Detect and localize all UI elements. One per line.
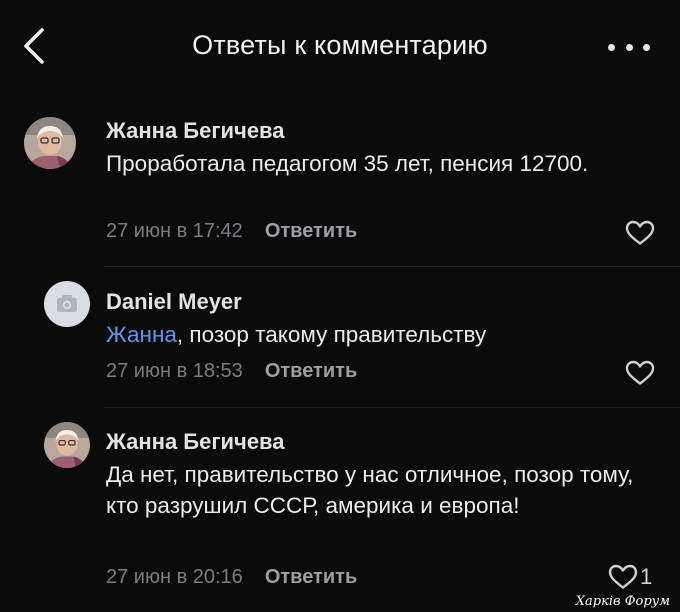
user-avatar[interactable]: [44, 422, 90, 468]
comment-author[interactable]: Daniel Meyer: [106, 289, 242, 315]
like-count: 1: [640, 564, 653, 589]
user-photo-icon: [24, 117, 76, 169]
user-avatar[interactable]: [44, 281, 90, 327]
heart-icon: [625, 360, 655, 385]
mention-link[interactable]: Жанна: [106, 322, 177, 347]
comment-timestamp: 27 июн в 18:53: [106, 360, 243, 382]
page-title: Ответы к комментарию: [192, 30, 488, 60]
more-dots-icon: [608, 43, 615, 51]
comment-meta: 27 июн в 18:53 Ответить: [106, 360, 357, 383]
comment-meta: 27 июн в 17:42 Ответить: [106, 220, 357, 243]
more-options-button[interactable]: [608, 36, 650, 58]
comment-text: Жанна, позор такому правительству: [106, 322, 487, 347]
user-avatar[interactable]: [24, 117, 76, 169]
heart-icon: [608, 564, 638, 589]
like-button[interactable]: [625, 360, 657, 386]
heart-icon: [625, 220, 655, 245]
user-photo-icon: [44, 422, 90, 468]
reply-button[interactable]: Ответить: [265, 566, 357, 589]
comment-timestamp: 27 июн в 17:42: [106, 220, 243, 242]
reply-button[interactable]: Ответить: [265, 360, 357, 383]
top-bar: Ответы к комментарию: [0, 0, 680, 94]
divider: [104, 266, 680, 267]
comment-timestamp: 27 июн в 20:16: [106, 566, 243, 588]
comment-meta: 27 июн в 20:16 Ответить: [106, 566, 357, 589]
comment-author[interactable]: Жанна Бегичева: [106, 429, 285, 455]
comment-text: Да нет, правительство у нас отличное, по…: [106, 462, 634, 518]
camera-placeholder-icon: [44, 281, 90, 327]
like-button[interactable]: 1: [608, 564, 652, 590]
divider: [104, 407, 680, 408]
like-button[interactable]: [625, 220, 657, 246]
comment-text: Проработала педагогом 35 лет, пенсия 127…: [106, 151, 589, 176]
comment-author[interactable]: Жанна Бегичева: [106, 118, 285, 144]
watermark: Харків Форум: [575, 594, 670, 609]
reply-button[interactable]: Ответить: [265, 220, 357, 243]
